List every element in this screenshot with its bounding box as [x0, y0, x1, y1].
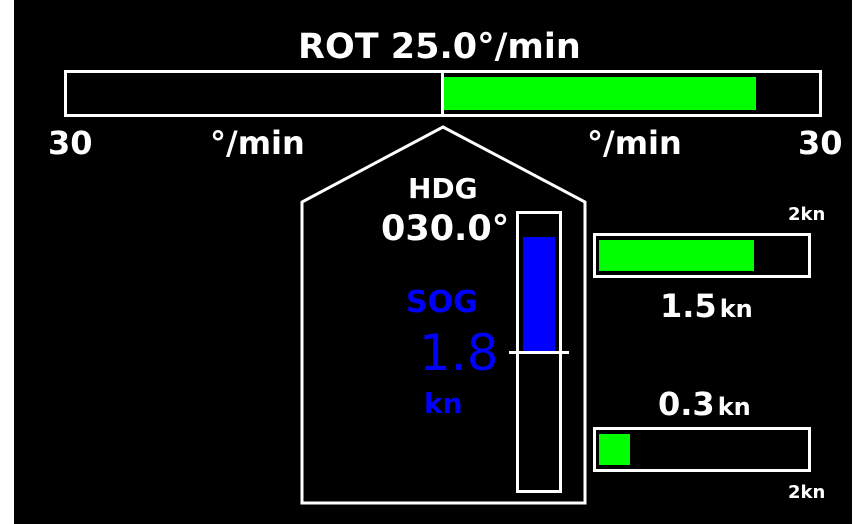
speed-upper-unit: kn — [719, 295, 753, 323]
sog-unit: kn — [424, 387, 463, 420]
speed-upper-value: 1.5 — [660, 287, 717, 325]
sog-label: SOG — [406, 285, 478, 320]
heading-label: HDG — [408, 172, 478, 205]
heading-value: 030.0° — [381, 209, 510, 249]
sog-value: 1.8 — [419, 324, 499, 382]
speed-upper-max-label: 2kn — [788, 204, 826, 225]
speed-lower-value: 0.3 — [658, 385, 715, 423]
sog-bar-fill — [523, 237, 555, 354]
speed-lower-bar-fill — [599, 434, 630, 465]
speed-lower-readout: 0.3 kn — [658, 388, 751, 420]
speed-lower-max-label: 2kn — [788, 482, 826, 503]
speed-upper-bar-fill — [599, 240, 754, 271]
speed-upper-bar — [593, 233, 811, 278]
speed-lower-bar — [593, 427, 811, 472]
ship-display-screen: ROT 25.0°/min 30 °/min °/min 30 HDG 030.… — [14, 0, 852, 524]
sog-reference-line — [509, 351, 569, 354]
speed-upper-readout: 1.5 kn — [660, 290, 753, 322]
speed-lower-unit: kn — [717, 393, 751, 421]
